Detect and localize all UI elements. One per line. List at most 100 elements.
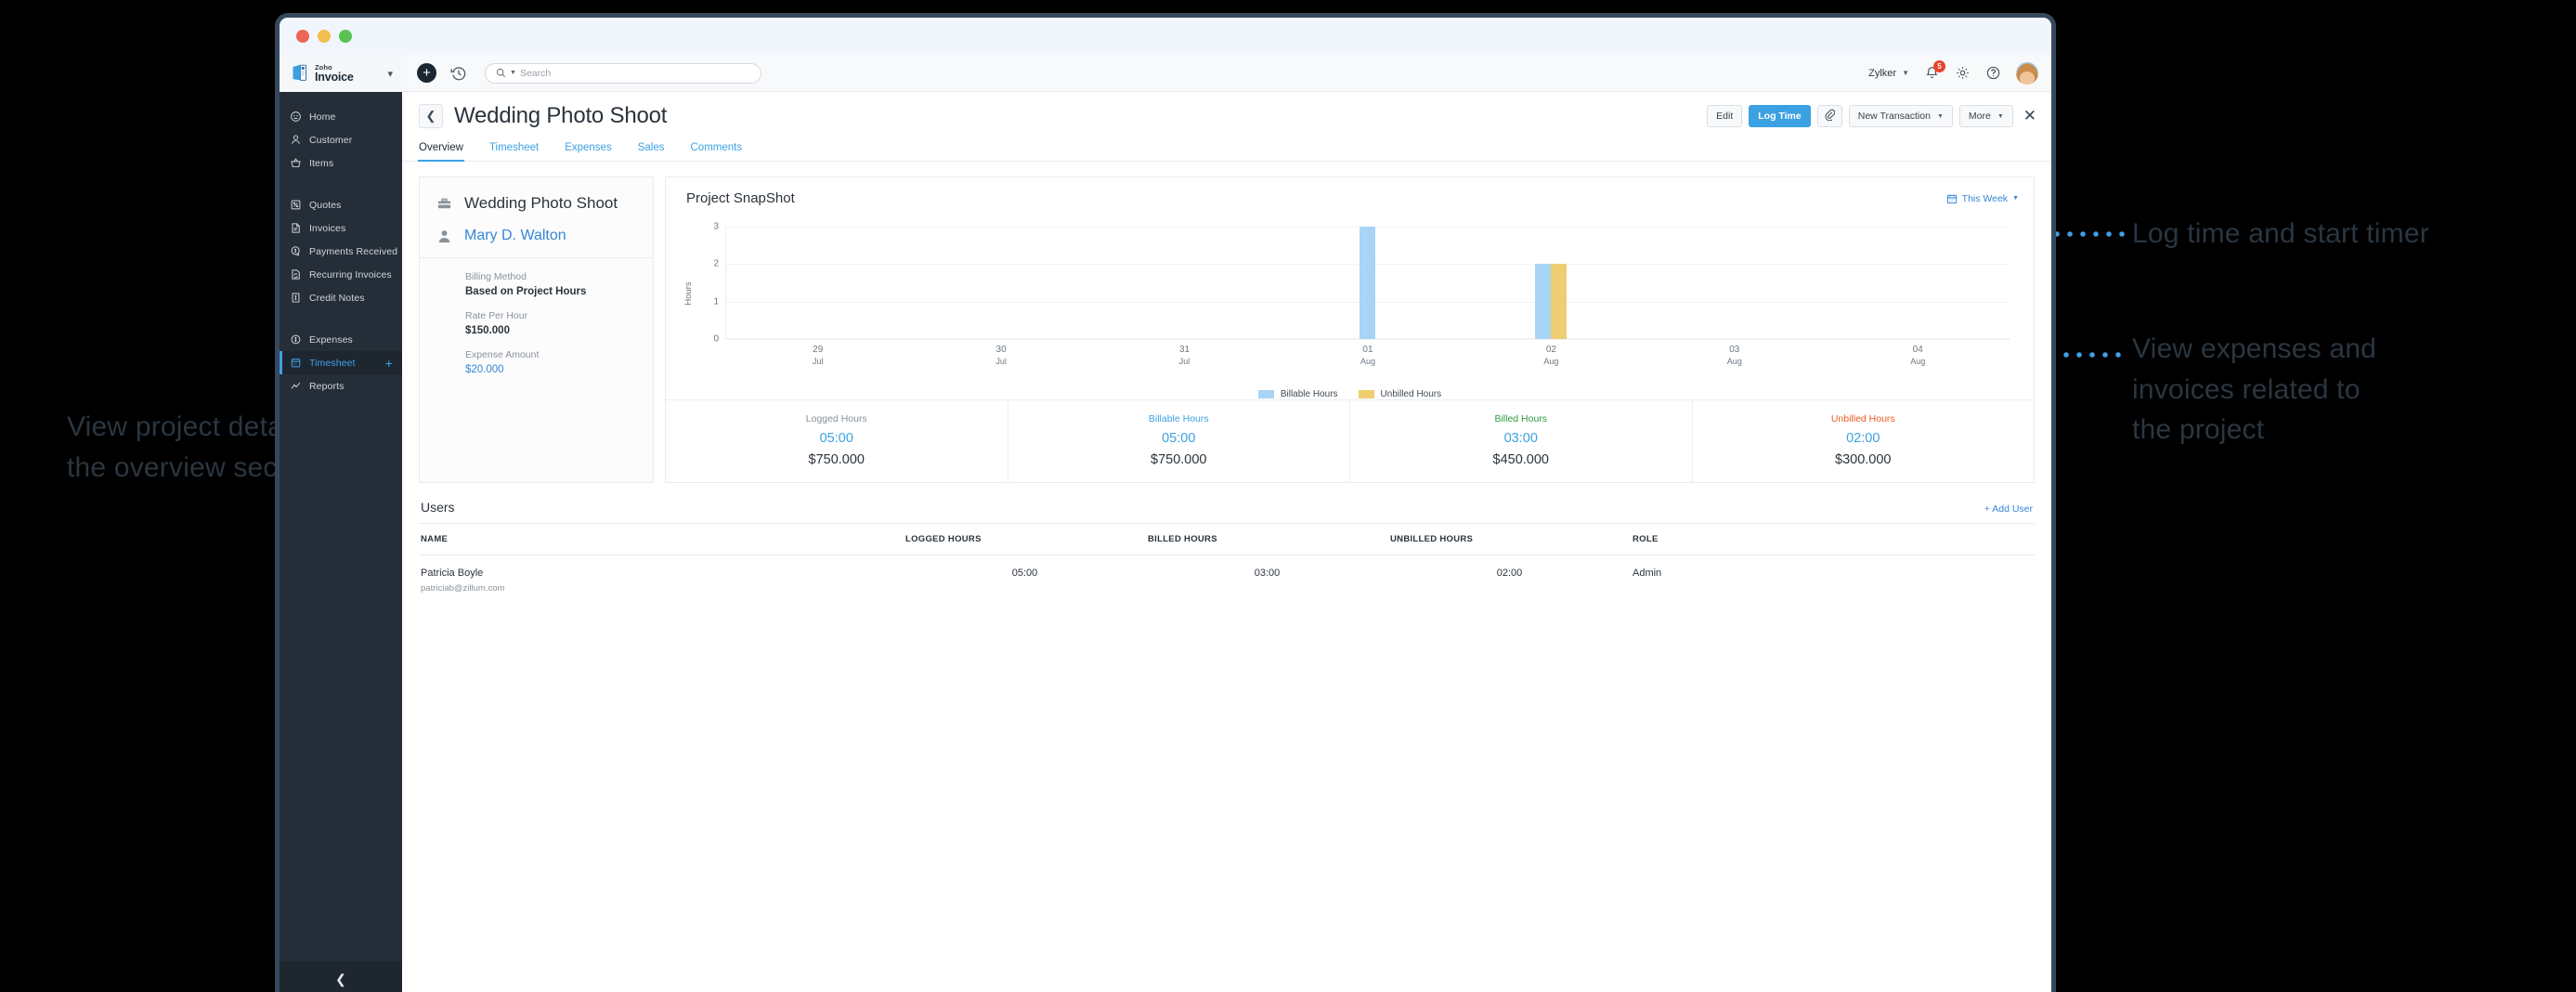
tab-timesheet[interactable]: Timesheet [489,142,539,161]
field-value[interactable]: $20.000 [465,364,636,375]
overview-body: Wedding Photo Shoot Mary D. Walton Billi… [402,162,2051,992]
chart-category-slot: 29Jul [726,227,909,339]
cell-spacer [1873,555,2035,594]
window-close-button[interactable] [296,30,309,43]
chart-bar[interactable] [1360,227,1375,339]
field-rate-per-hour: Rate Per Hour $150.000 [420,297,653,336]
chart-y-tick: 2 [713,259,719,269]
sidebar-item-credit-notes[interactable]: Credit Notes [280,286,402,309]
basket-icon [290,157,302,169]
sidebar-nav: Home Customer Items Quotes Invoic [280,92,402,961]
page-tabs: Overview Timesheet Expenses Sales Commen… [402,129,2051,162]
organization-selector[interactable]: Zylker ▼ [1868,68,1909,79]
back-button[interactable]: ❮ [419,104,443,128]
date-range-label: This Week [1962,193,2008,204]
search-input[interactable] [520,68,750,79]
page-header: ❮ Wedding Photo Shoot Edit Log Time New … [402,92,2051,129]
snapshot-chart: Hours 0123 29Jul30Jul31Jul01Aug02Aug03Au… [683,227,2017,359]
tab-overview[interactable]: Overview [419,142,463,161]
stat-unbilled-hours: Unbilled Hours 02:00 $300.000 [1693,400,2035,482]
window-minimize-button[interactable] [318,30,331,43]
chart-category-slot: 03Aug [1643,227,1826,339]
notifications-bell-icon[interactable]: 5 [1924,65,1940,81]
add-user-button[interactable]: + Add User [1984,503,2033,515]
chart-category-slot: 31Jul [1093,227,1276,339]
close-icon[interactable]: ✕ [2023,107,2036,125]
field-label: Expense Amount [465,349,636,360]
sidebar-item-expenses[interactable]: Expenses [280,328,402,351]
column-billed-hours: BILLED HOURS [1146,524,1388,555]
log-time-button[interactable]: Log Time [1749,105,1810,127]
users-table-body: Patricia Boyle patriciab@zillum.com 05:0… [419,555,2035,594]
tab-comments[interactable]: Comments [691,142,743,161]
user-avatar[interactable] [2016,62,2038,85]
chart-x-tick: 03Aug [1727,345,1742,367]
search-box[interactable]: ▼ [485,63,761,84]
new-transaction-button[interactable]: New Transaction ▼ [1849,105,1953,127]
users-table: NAME LOGGED HOURS BILLED HOURS UNBILLED … [419,523,2035,594]
browser-window: Zoho Invoice ▾ Home Customer Items [275,13,2056,992]
date-range-selector[interactable]: This Week ▼ [1946,193,2019,204]
sidebar-item-label: Items [309,158,333,169]
person-icon [436,228,452,244]
chart-bar[interactable] [1535,264,1551,339]
add-new-button[interactable]: + [417,63,436,83]
logo-text: Zoho Invoice [315,64,354,84]
attachment-button[interactable] [1817,105,1842,127]
sidebar-item-reports[interactable]: Reports [280,374,402,398]
chart-x-tick: 02Aug [1543,345,1558,367]
customer-row: Mary D. Walton [420,228,653,244]
callout-expenses-text: View expenses and invoices related to th… [2132,329,2504,450]
add-timesheet-button[interactable]: + [385,357,393,370]
project-name: Wedding Photo Shoot [464,194,618,213]
tab-sales[interactable]: Sales [638,142,665,161]
legend-item-billable[interactable]: Billable Hours [1258,389,1338,399]
stat-hours: 05:00 [666,431,1008,446]
sidebar-divider [280,175,402,193]
sidebar-item-items[interactable]: Items [280,151,402,175]
snapshot-stats: Logged Hours 05:00 $750.000 Billable Hou… [666,399,2034,482]
users-header: Users + Add User [419,500,2035,523]
search-icon [496,68,506,78]
help-icon[interactable] [1985,65,2001,81]
main-content: + ▼ Zylker [402,55,2051,992]
customer-name-link[interactable]: Mary D. Walton [464,228,566,244]
stat-hours: 03:00 [1350,431,1692,446]
table-row[interactable]: Patricia Boyle patriciab@zillum.com 05:0… [419,555,2035,594]
recent-history-icon[interactable] [449,64,468,83]
chart-gridline [726,339,2010,340]
dashboard-icon [290,111,302,123]
sidebar-item-customer[interactable]: Customer [280,128,402,151]
stat-hours: 02:00 [1693,431,2035,446]
chart-legend: Billable Hours Unbilled Hours [666,389,2034,399]
app-logo[interactable]: Zoho Invoice ▾ [280,55,402,92]
chevron-down-icon: ▼ [1902,69,1909,77]
tab-expenses[interactable]: Expenses [565,142,612,161]
sidebar-item-home[interactable]: Home [280,105,402,128]
sidebar-item-invoices[interactable]: Invoices [280,216,402,240]
chart-bar[interactable] [1551,264,1567,339]
sidebar-divider-2 [280,309,402,328]
field-value: Based on Project Hours [465,286,636,297]
column-name: NAME [419,524,904,555]
sidebar-item-recurring-invoices[interactable]: Recurring Invoices [280,263,402,286]
chart-y-axis-label: Hours [683,281,694,305]
stat-billed-hours: Billed Hours 03:00 $450.000 [1350,400,1693,482]
chevron-down-icon[interactable]: ▼ [510,70,516,76]
chevron-down-icon: ▼ [2012,195,2019,202]
sidebar-item-quotes[interactable]: Quotes [280,193,402,216]
overview-columns: Wedding Photo Shoot Mary D. Walton Billi… [419,176,2035,483]
sidebar-collapse-button[interactable]: ❮ [280,961,402,992]
cell-role: Admin [1631,555,1873,594]
sidebar-item-timesheet[interactable]: Timesheet + [280,351,402,374]
legend-item-unbilled[interactable]: Unbilled Hours [1359,389,1442,399]
project-name-row: Wedding Photo Shoot [420,194,653,213]
window-maximize-button[interactable] [339,30,352,43]
more-button[interactable]: More ▼ [1959,105,2013,127]
gear-icon[interactable] [1955,65,1971,81]
edit-button[interactable]: Edit [1707,105,1742,127]
column-role: ROLE [1631,524,1873,555]
chevron-down-icon[interactable]: ▾ [387,68,393,80]
sidebar-item-label: Invoices [309,223,345,234]
sidebar-item-payments-received[interactable]: Payments Received [280,240,402,263]
